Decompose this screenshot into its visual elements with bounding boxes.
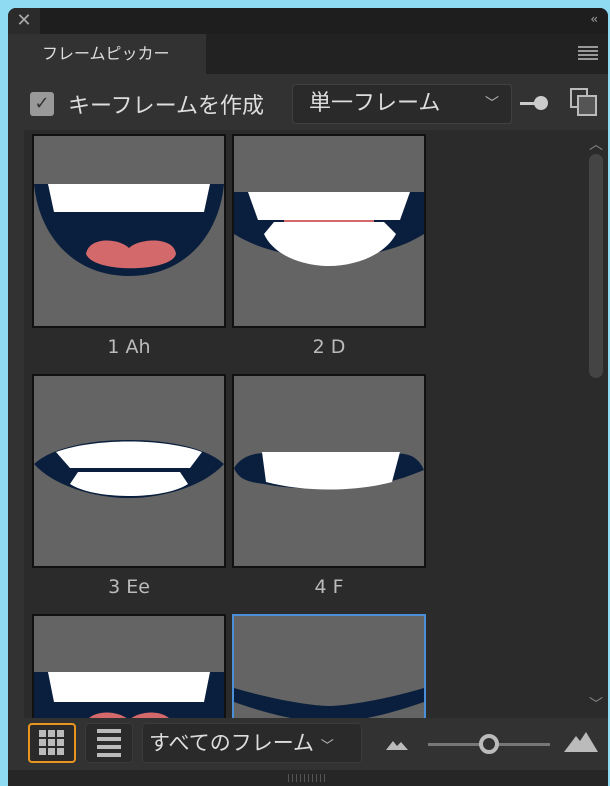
frame-thumbnail-2[interactable] [232, 134, 426, 328]
small-thumbnail-icon [386, 741, 408, 750]
toolbar: ✓ キーフレームを作成 単一フレーム ﹀ [8, 74, 608, 130]
resize-grip-icon[interactable] [288, 774, 328, 782]
list-view-button[interactable] [85, 723, 133, 763]
scroll-down-icon[interactable]: ﹀ [584, 694, 608, 714]
frame-thumbnail-1[interactable] [32, 134, 226, 328]
title-bar: ✕ ‹‹ [8, 8, 608, 34]
frame-thumbnail-4[interactable] [232, 374, 426, 568]
frame-grid: 1 Ah 2 D 3 Ee 4 F [24, 130, 584, 718]
frame-filter-value: すべてのフレーム [149, 731, 315, 755]
chevron-down-icon: ﹀ [320, 739, 334, 754]
pin-icon[interactable] [520, 96, 548, 110]
collapse-button[interactable]: ‹‹ [590, 12, 597, 26]
frame-label: 4 F [314, 576, 344, 598]
frame-label: 1 Ah [107, 336, 151, 358]
grid-view-button[interactable] [28, 723, 76, 763]
frame-thumbnail-6[interactable] [232, 614, 426, 718]
frame-picker-panel: ✕ ‹‹ フレームピッカー ✓ キーフレームを作成 単一フレーム ﹀ 1 Ah 2… [8, 8, 608, 786]
copy-icon[interactable] [570, 88, 598, 116]
grid-icon [39, 730, 64, 755]
create-keyframe-checkbox[interactable]: ✓ [30, 92, 54, 116]
bottom-bar: すべてのフレーム ﹀ [8, 718, 608, 770]
panel-menu-icon[interactable] [578, 46, 598, 62]
close-button[interactable]: ✕ [8, 8, 40, 34]
create-keyframe-label: キーフレームを作成 [68, 94, 265, 119]
resize-footer[interactable] [8, 770, 608, 786]
list-icon [97, 729, 121, 757]
scroll-up-icon[interactable]: ︿ [584, 134, 608, 154]
scrollbar-thumb[interactable] [589, 154, 603, 378]
large-thumbnail-icon [564, 732, 598, 752]
tab-bar: フレームピッカー [8, 34, 608, 74]
slider-knob[interactable] [479, 734, 499, 754]
frame-thumbnail-5[interactable] [32, 614, 226, 718]
vertical-scrollbar[interactable]: ︿ ﹀ [584, 130, 608, 718]
thumbnail-size-slider[interactable] [428, 734, 550, 754]
frame-label: 2 D [312, 336, 346, 358]
frame-filter-select[interactable]: すべてのフレーム ﹀ [142, 723, 362, 763]
frame-thumbnail-3[interactable] [32, 374, 226, 568]
tab-frame-picker[interactable]: フレームピッカー [8, 34, 206, 74]
chevron-down-icon: ﹀ [485, 96, 499, 112]
frame-mode-value: 単一フレーム [309, 91, 441, 116]
frame-label: 3 Ee [108, 576, 150, 598]
frame-mode-select[interactable]: 単一フレーム ﹀ [292, 84, 512, 124]
